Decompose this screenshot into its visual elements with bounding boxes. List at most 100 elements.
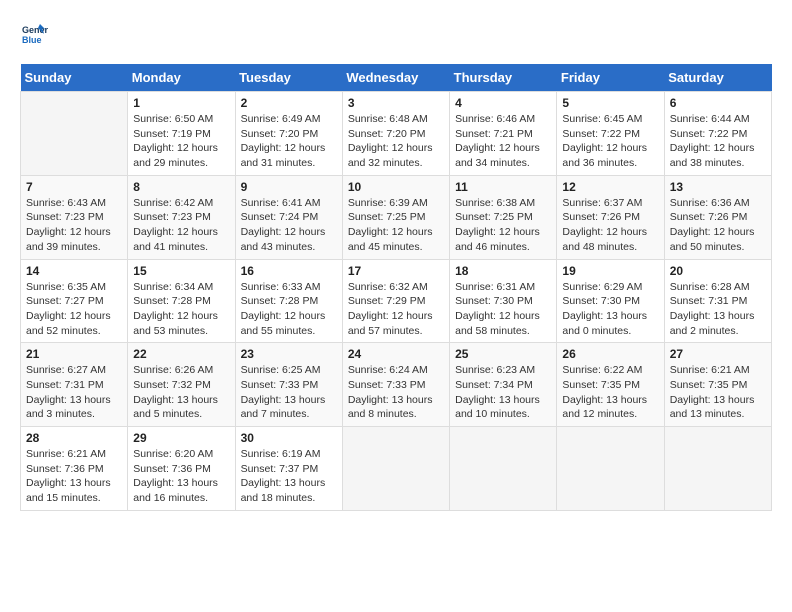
calendar-cell: 22Sunrise: 6:26 AMSunset: 7:32 PMDayligh… [128,343,235,427]
calendar-week-2: 14 Sunrise: 6:35 AMSunset: 7:27 PMDayligh… [21,259,772,343]
day-number: 14 [26,264,122,278]
day-info: Sunrise: 6:44 AMSunset: 7:22 PMDaylight:… [670,112,766,171]
day-info: Sunrise: 6:38 AMSunset: 7:25 PMDaylight:… [455,196,551,255]
calendar-header-saturday: Saturday [664,64,771,92]
day-info: Sunrise: 6:43 AMSunset: 7:23 PMDaylight:… [26,196,122,255]
day-number: 21 [26,347,122,361]
day-number: 19 [562,264,658,278]
day-info: Sunrise: 6:23 AMSunset: 7:34 PMDaylight:… [455,363,551,422]
day-number: 1 [133,96,229,110]
calendar-cell: 11 Sunrise: 6:38 AMSunset: 7:25 PMDayligh… [450,175,557,259]
svg-text:Blue: Blue [22,35,42,45]
calendar-cell [557,427,664,511]
day-info: Sunrise: 6:50 AMSunset: 7:19 PMDaylight:… [133,112,229,171]
calendar: SundayMondayTuesdayWednesdayThursdayFrid… [20,64,772,511]
calendar-cell: 5 Sunrise: 6:45 AMSunset: 7:22 PMDaylight… [557,92,664,176]
day-info: Sunrise: 6:31 AMSunset: 7:30 PMDaylight:… [455,280,551,339]
day-info: Sunrise: 6:26 AMSunset: 7:32 PMDaylight:… [133,363,229,422]
calendar-cell: 2Sunrise: 6:49 AMSunset: 7:20 PMDaylight… [235,92,342,176]
day-info: Sunrise: 6:42 AMSunset: 7:23 PMDaylight:… [133,196,229,255]
calendar-cell: 17 Sunrise: 6:32 AMSunset: 7:29 PMDayligh… [342,259,449,343]
calendar-cell: 25 Sunrise: 6:23 AMSunset: 7:34 PMDayligh… [450,343,557,427]
day-info: Sunrise: 6:19 AMSunset: 7:37 PMDaylight:… [241,447,337,506]
calendar-cell: 10 Sunrise: 6:39 AMSunset: 7:25 PMDayligh… [342,175,449,259]
logo-icon: General Blue [20,20,48,48]
calendar-cell: 29Sunrise: 6:20 AMSunset: 7:36 PMDayligh… [128,427,235,511]
day-number: 4 [455,96,551,110]
day-number: 10 [348,180,444,194]
calendar-cell: 19 Sunrise: 6:29 AMSunset: 7:30 PMDayligh… [557,259,664,343]
day-info: Sunrise: 6:29 AMSunset: 7:30 PMDaylight:… [562,280,658,339]
calendar-cell: 20 Sunrise: 6:28 AMSunset: 7:31 PMDayligh… [664,259,771,343]
calendar-cell: 8 Sunrise: 6:42 AMSunset: 7:23 PMDaylight… [128,175,235,259]
calendar-cell: 6 Sunrise: 6:44 AMSunset: 7:22 PMDaylight… [664,92,771,176]
day-info: Sunrise: 6:37 AMSunset: 7:26 PMDaylight:… [562,196,658,255]
day-number: 17 [348,264,444,278]
calendar-cell [342,427,449,511]
calendar-cell: 15 Sunrise: 6:34 AMSunset: 7:28 PMDayligh… [128,259,235,343]
day-number: 11 [455,180,551,194]
day-number: 6 [670,96,766,110]
calendar-cell: 7 Sunrise: 6:43 AMSunset: 7:23 PMDaylight… [21,175,128,259]
page-header: General Blue [20,20,772,48]
calendar-header-friday: Friday [557,64,664,92]
calendar-week-0: 1 Sunrise: 6:50 AMSunset: 7:19 PMDaylight… [21,92,772,176]
day-number: 16 [241,264,337,278]
calendar-cell: 9Sunrise: 6:41 AMSunset: 7:24 PMDaylight… [235,175,342,259]
day-number: 5 [562,96,658,110]
calendar-cell: 12 Sunrise: 6:37 AMSunset: 7:26 PMDayligh… [557,175,664,259]
day-number: 8 [133,180,229,194]
calendar-cell: 13 Sunrise: 6:36 AMSunset: 7:26 PMDayligh… [664,175,771,259]
day-info: Sunrise: 6:46 AMSunset: 7:21 PMDaylight:… [455,112,551,171]
calendar-cell [450,427,557,511]
calendar-week-3: 21 Sunrise: 6:27 AMSunset: 7:31 PMDayligh… [21,343,772,427]
day-info: Sunrise: 6:35 AMSunset: 7:27 PMDaylight:… [26,280,122,339]
calendar-week-4: 28 Sunrise: 6:21 AMSunset: 7:36 PMDayligh… [21,427,772,511]
day-info: Sunrise: 6:34 AMSunset: 7:28 PMDaylight:… [133,280,229,339]
day-number: 20 [670,264,766,278]
calendar-cell: 23Sunrise: 6:25 AMSunset: 7:33 PMDayligh… [235,343,342,427]
calendar-header-wednesday: Wednesday [342,64,449,92]
day-info: Sunrise: 6:25 AMSunset: 7:33 PMDaylight:… [241,363,337,422]
calendar-cell: 4 Sunrise: 6:46 AMSunset: 7:21 PMDaylight… [450,92,557,176]
calendar-cell: 14 Sunrise: 6:35 AMSunset: 7:27 PMDayligh… [21,259,128,343]
day-info: Sunrise: 6:33 AMSunset: 7:28 PMDaylight:… [241,280,337,339]
day-number: 24 [348,347,444,361]
day-number: 7 [26,180,122,194]
day-number: 15 [133,264,229,278]
calendar-cell: 28 Sunrise: 6:21 AMSunset: 7:36 PMDayligh… [21,427,128,511]
calendar-cell: 24 Sunrise: 6:24 AMSunset: 7:33 PMDayligh… [342,343,449,427]
day-info: Sunrise: 6:27 AMSunset: 7:31 PMDaylight:… [26,363,122,422]
day-number: 3 [348,96,444,110]
calendar-cell [21,92,128,176]
day-number: 26 [562,347,658,361]
calendar-cell: 21 Sunrise: 6:27 AMSunset: 7:31 PMDayligh… [21,343,128,427]
calendar-cell [664,427,771,511]
calendar-cell: 16 Sunrise: 6:33 AMSunset: 7:28 PMDayligh… [235,259,342,343]
svg-text:General: General [22,25,48,35]
logo: General Blue [20,20,52,48]
calendar-cell: 18Sunrise: 6:31 AMSunset: 7:30 PMDayligh… [450,259,557,343]
day-number: 12 [562,180,658,194]
calendar-cell: 30 Sunrise: 6:19 AMSunset: 7:37 PMDayligh… [235,427,342,511]
day-info: Sunrise: 6:24 AMSunset: 7:33 PMDaylight:… [348,363,444,422]
day-number: 27 [670,347,766,361]
calendar-header-thursday: Thursday [450,64,557,92]
calendar-header-tuesday: Tuesday [235,64,342,92]
day-info: Sunrise: 6:39 AMSunset: 7:25 PMDaylight:… [348,196,444,255]
day-info: Sunrise: 6:48 AMSunset: 7:20 PMDaylight:… [348,112,444,171]
day-info: Sunrise: 6:45 AMSunset: 7:22 PMDaylight:… [562,112,658,171]
day-info: Sunrise: 6:41 AMSunset: 7:24 PMDaylight:… [241,196,337,255]
day-info: Sunrise: 6:36 AMSunset: 7:26 PMDaylight:… [670,196,766,255]
day-number: 25 [455,347,551,361]
calendar-cell: 1 Sunrise: 6:50 AMSunset: 7:19 PMDaylight… [128,92,235,176]
calendar-header-sunday: Sunday [21,64,128,92]
day-info: Sunrise: 6:28 AMSunset: 7:31 PMDaylight:… [670,280,766,339]
day-info: Sunrise: 6:21 AMSunset: 7:36 PMDaylight:… [26,447,122,506]
day-info: Sunrise: 6:32 AMSunset: 7:29 PMDaylight:… [348,280,444,339]
calendar-cell: 26Sunrise: 6:22 AMSunset: 7:35 PMDayligh… [557,343,664,427]
day-number: 28 [26,431,122,445]
day-number: 13 [670,180,766,194]
day-info: Sunrise: 6:49 AMSunset: 7:20 PMDaylight:… [241,112,337,171]
day-number: 30 [241,431,337,445]
